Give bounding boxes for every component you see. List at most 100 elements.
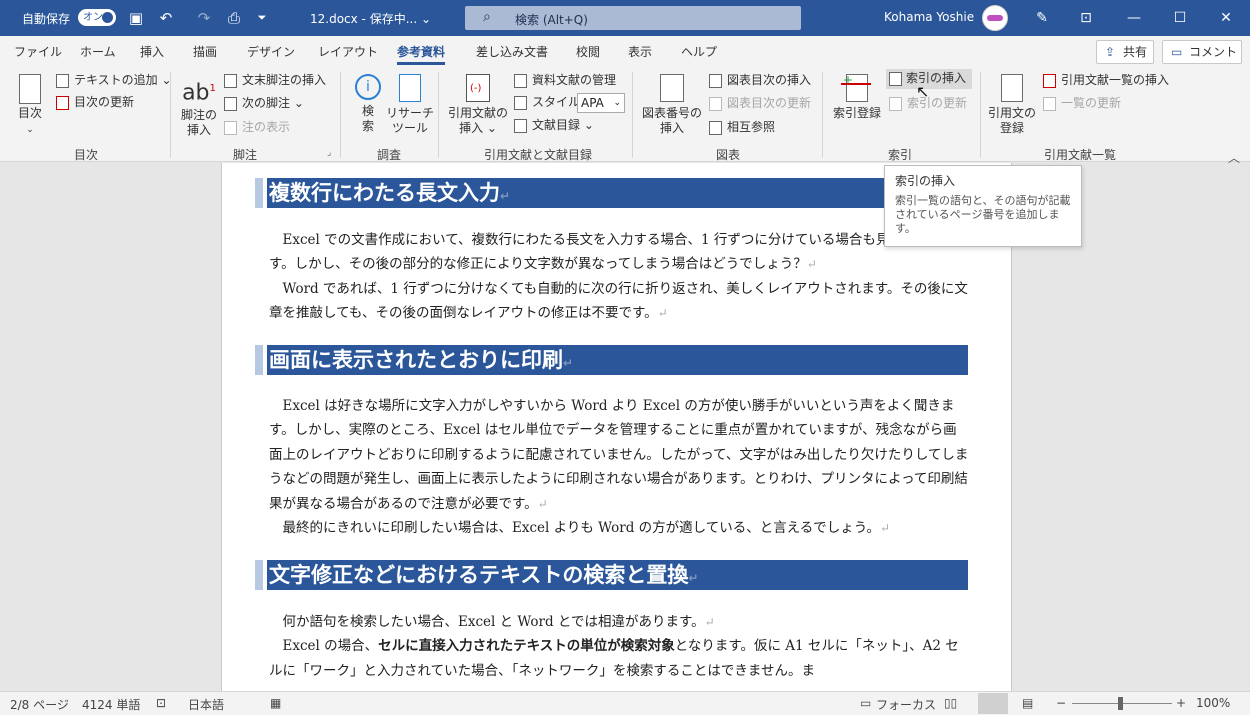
group-label-captions: 図表 bbox=[716, 148, 741, 162]
cross-reference-icon bbox=[709, 121, 722, 135]
close-icon[interactable]: ✕ bbox=[1214, 6, 1238, 30]
proofing-icon[interactable]: ⊡ bbox=[156, 696, 166, 710]
insert-index-label: 索引の挿入 bbox=[906, 71, 967, 85]
minimize-icon[interactable]: — bbox=[1122, 6, 1146, 30]
avatar[interactable] bbox=[982, 5, 1008, 31]
manage-sources-label: 資料文献の管理 bbox=[532, 73, 617, 87]
ribbon-display-icon[interactable]: ⊡ bbox=[1074, 6, 1098, 30]
tooltip-title: 索引の挿入 bbox=[895, 174, 956, 188]
mark-citation-label-2: 登録 bbox=[999, 121, 1024, 135]
endnote-icon bbox=[224, 74, 237, 88]
save-icon[interactable]: ▣ bbox=[126, 8, 146, 28]
insert-footnote-button[interactable]: ab1 脚注の 挿入 bbox=[180, 74, 218, 138]
insert-index-icon bbox=[889, 72, 902, 86]
tab-mailings[interactable]: 差し込み文書 bbox=[476, 43, 548, 60]
share-button[interactable]: ⇪ 共有 bbox=[1096, 40, 1154, 64]
paragraph-text: 最終的にきれいに印刷したい場合は、Excel よりも Word の方が適している… bbox=[269, 520, 881, 537]
tab-file[interactable]: ファイル bbox=[14, 43, 62, 60]
insert-endnote-button[interactable]: 文末脚注の挿入 bbox=[224, 71, 326, 91]
customize-qat-icon[interactable]: ⏷ bbox=[252, 8, 272, 28]
show-notes-button[interactable]: 注の表示 bbox=[224, 118, 290, 138]
footnote-label-2: 挿入 bbox=[186, 123, 211, 138]
insert-tof-button[interactable]: 図表目次の挿入 bbox=[709, 71, 811, 91]
manage-sources-button[interactable]: 資料文献の管理 bbox=[514, 71, 616, 91]
share-icon: ⇪ bbox=[1105, 45, 1116, 59]
word-count[interactable]: 4124 単語 bbox=[82, 696, 140, 713]
tab-layout[interactable]: レイアウト bbox=[318, 43, 378, 60]
tab-home[interactable]: ホーム bbox=[80, 43, 116, 60]
heading-2: 画面に表示されたとおりに印刷↵ bbox=[255, 345, 968, 375]
redo-icon[interactable]: ↷ bbox=[194, 8, 214, 28]
heading-marker bbox=[255, 560, 263, 590]
focus-label[interactable]: フォーカス bbox=[876, 696, 936, 713]
accessibility-icon[interactable]: ▦ bbox=[270, 696, 281, 710]
heading-1: 複数行にわたる長文入力↵ bbox=[255, 178, 968, 208]
zoom-in-icon[interactable]: + bbox=[1176, 696, 1186, 710]
focus-icon[interactable]: ▭ bbox=[860, 696, 871, 710]
tab-insert[interactable]: 挿入 bbox=[140, 43, 164, 60]
add-text-icon bbox=[56, 74, 69, 88]
caption-label-1: 図表番号の bbox=[641, 106, 702, 120]
update-toc-button[interactable]: 目次の更新 bbox=[56, 93, 134, 113]
search-button[interactable]: i 検 索 bbox=[350, 74, 386, 134]
tab-review[interactable]: 校閲 bbox=[576, 43, 600, 60]
insert-caption-button[interactable]: 図表番号の 挿入 bbox=[640, 74, 704, 136]
footnote-label-1: 脚注の bbox=[180, 108, 217, 123]
tab-draw[interactable]: 描画 bbox=[193, 43, 217, 60]
group-label-research: 調査 bbox=[377, 148, 402, 162]
search-label-2: 索 bbox=[361, 119, 374, 133]
search-box[interactable]: ⌕ 検索 (Alt+Q) bbox=[465, 6, 801, 30]
mouse-cursor-icon: ↖ bbox=[916, 82, 930, 101]
update-toc-icon bbox=[56, 96, 69, 110]
citation-label-1: 引用文献の bbox=[447, 106, 508, 120]
group-separator bbox=[438, 72, 439, 158]
web-layout-icon[interactable]: ▤ bbox=[1022, 696, 1033, 710]
update-tof-icon bbox=[709, 97, 722, 111]
tab-design[interactable]: デザイン bbox=[247, 43, 295, 60]
mark-citation-button[interactable]: 引用文の 登録 bbox=[986, 74, 1038, 136]
next-footnote-button[interactable]: 次の脚注 ⌄ bbox=[224, 94, 304, 114]
zoom-out-icon[interactable]: − bbox=[1056, 696, 1066, 710]
group-separator bbox=[980, 72, 981, 158]
print-layout-icon[interactable] bbox=[978, 693, 1008, 714]
cross-reference-button[interactable]: 相互参照 bbox=[709, 118, 775, 138]
page-count[interactable]: 2/8 ページ bbox=[10, 696, 69, 713]
document-title[interactable]: 12.docx - 保存中... ⌄ bbox=[310, 10, 431, 27]
tab-references[interactable]: 参考資料 bbox=[397, 43, 446, 65]
pen-icon[interactable]: ✎ bbox=[1030, 6, 1054, 30]
researcher-button[interactable]: リサーチ ツール bbox=[386, 74, 434, 136]
read-mode-icon[interactable]: ▯▯ bbox=[944, 696, 957, 710]
tooltip-description: 索引一覧の語句と、その語句が記載されているページ番号を追加します。 bbox=[895, 194, 1071, 235]
update-tof-button[interactable]: 図表目次の更新 bbox=[709, 94, 811, 114]
title-bar: 自動保存 オン ▣ ↶ ↷ ⎙ ⏷ 12.docx - 保存中... ⌄ ⌕ 検… bbox=[0, 0, 1250, 36]
insert-tof-icon bbox=[709, 74, 722, 88]
update-toa-label: 一覧の更新 bbox=[1061, 96, 1122, 110]
comment-button[interactable]: ▭ コメント bbox=[1162, 40, 1242, 64]
tab-view[interactable]: 表示 bbox=[628, 43, 652, 60]
bibliography-icon bbox=[514, 119, 527, 133]
bibliography-button[interactable]: 文献目録 ⌄ bbox=[514, 116, 594, 136]
mark-entry-button[interactable]: + 索引登録 bbox=[830, 73, 884, 121]
update-toa-button[interactable]: 一覧の更新 bbox=[1043, 94, 1121, 114]
paragraph-text: Excel は好きな場所に文字入力がしやすいから Word より Excel の… bbox=[269, 398, 969, 512]
tab-help[interactable]: ヘルプ bbox=[681, 43, 717, 60]
toc-icon bbox=[19, 74, 41, 104]
style-dropdown[interactable]: APA ⌄ bbox=[577, 93, 625, 113]
zoom-level[interactable]: 100% bbox=[1196, 696, 1230, 710]
add-text-button[interactable]: テキストの追加 ⌄ bbox=[56, 71, 172, 91]
print-preview-icon[interactable]: ⎙ bbox=[224, 8, 244, 28]
user-name[interactable]: Kohama Yoshie bbox=[884, 10, 974, 24]
insert-toa-button[interactable]: 引用文献一覧の挿入 bbox=[1043, 71, 1169, 91]
footnote-dialog-launcher-icon[interactable]: ⌟ bbox=[327, 148, 331, 158]
status-bar: 2/8 ページ 4124 単語 ⊡ 日本語 ▦ ▭ フォーカス ▯▯ ▤ − +… bbox=[0, 691, 1250, 715]
insert-citation-button[interactable]: (-) 引用文献の 挿入 ⌄ bbox=[445, 74, 511, 136]
group-label-toa: 引用文献一覧 bbox=[1044, 148, 1117, 162]
language[interactable]: 日本語 bbox=[188, 696, 224, 713]
researcher-icon bbox=[399, 74, 421, 102]
caption-label-2: 挿入 bbox=[659, 121, 684, 135]
undo-icon[interactable]: ↶ bbox=[156, 8, 176, 28]
toc-button[interactable]: 目次 ⌄ bbox=[12, 74, 48, 138]
maximize-icon[interactable]: ☐ bbox=[1168, 6, 1192, 30]
zoom-slider-thumb[interactable] bbox=[1118, 697, 1123, 710]
autosave-toggle[interactable]: オン bbox=[78, 9, 116, 26]
